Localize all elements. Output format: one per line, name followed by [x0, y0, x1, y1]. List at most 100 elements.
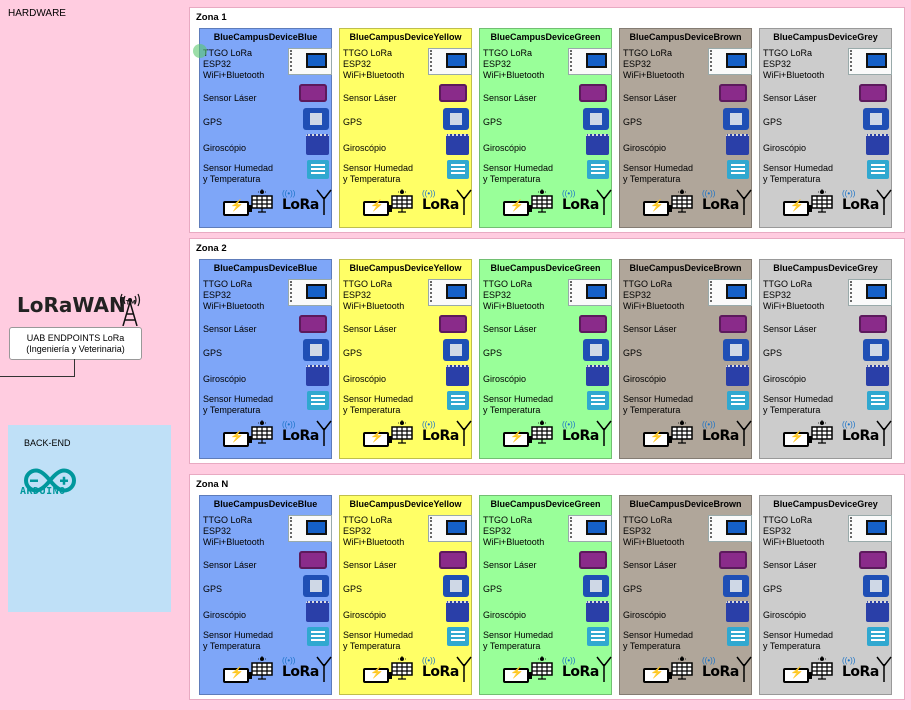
humidity-label: Sensor Humedad y Temperatura — [203, 630, 274, 651]
antenna-icon — [316, 656, 332, 682]
gyroscope-module-icon — [586, 601, 609, 622]
gyro-label: Giroscópio — [763, 610, 807, 620]
device-card: BlueCampusDeviceBrown TTGO LoRa ESP32 Wi… — [619, 28, 752, 228]
esp32-board-icon — [428, 279, 472, 306]
gps-label: GPS — [623, 348, 643, 358]
antenna-tower-icon — [119, 293, 141, 326]
humidity-sensor-icon — [727, 160, 749, 179]
antenna-icon — [456, 656, 472, 682]
humidity-sensor-icon — [867, 627, 889, 646]
gps-module-icon — [723, 575, 749, 597]
esp32-board-icon — [288, 515, 332, 542]
antenna-icon — [876, 420, 892, 446]
laser-sensor-icon — [439, 315, 467, 333]
solar-panel-icon — [811, 656, 833, 680]
solar-panel-icon — [811, 420, 833, 444]
antenna-icon — [596, 656, 612, 682]
battery-icon — [363, 199, 392, 216]
battery-icon — [363, 666, 392, 683]
esp32-board-icon — [428, 48, 472, 75]
humidity-label: Sensor Humedad y Temperatura — [763, 630, 834, 651]
esp32-label: TTGO LoRa ESP32 WiFi+Bluetooth — [763, 48, 825, 80]
humidity-sensor-icon — [727, 627, 749, 646]
esp32-label: TTGO LoRa ESP32 WiFi+Bluetooth — [483, 48, 545, 80]
esp32-board-icon — [568, 48, 612, 75]
laser-label: Sensor Láser — [203, 324, 257, 334]
antenna-icon — [316, 420, 332, 446]
device-card: BlueCampusDeviceGreen TTGO LoRa ESP32 Wi… — [479, 28, 612, 228]
esp32-label: TTGO LoRa ESP32 WiFi+Bluetooth — [763, 515, 825, 547]
device-name: BlueCampusDeviceGrey — [773, 499, 878, 509]
esp32-board-icon — [848, 515, 892, 542]
gps-label: GPS — [763, 584, 783, 594]
gyroscope-module-icon — [446, 601, 469, 622]
gps-module-icon — [303, 108, 329, 130]
gyro-label: Giroscópio — [483, 143, 527, 153]
gps-module-icon — [863, 108, 889, 130]
zone-title: Zona 2 — [196, 243, 227, 254]
gps-label: GPS — [343, 584, 363, 594]
humidity-label: Sensor Humedad y Temperatura — [203, 394, 274, 415]
device-name: BlueCampusDeviceGreen — [490, 263, 601, 273]
gyro-label: Giroscópio — [203, 143, 247, 153]
solar-panel-icon — [251, 656, 273, 680]
antenna-icon — [736, 420, 752, 446]
lora-logo-icon: LoRa — [702, 197, 739, 213]
esp32-board-icon — [288, 48, 332, 75]
gyroscope-module-icon — [586, 134, 609, 155]
antenna-icon — [316, 189, 332, 215]
battery-icon — [223, 199, 252, 216]
esp32-board-icon — [708, 515, 752, 542]
laser-label: Sensor Láser — [483, 93, 537, 103]
endpoints-line1: UAB ENDPOINTS LoRa — [26, 333, 125, 343]
humidity-sensor-icon — [587, 627, 609, 646]
device-card: BlueCampusDeviceYellow TTGO LoRa ESP32 W… — [339, 495, 472, 695]
gps-label: GPS — [203, 117, 223, 127]
arduino-label: ARDUINO — [20, 486, 66, 497]
gyro-label: Giroscópio — [483, 610, 527, 620]
lorawan-logo-text: LoRaWAN — [17, 293, 126, 317]
gyro-label: Giroscópio — [623, 610, 667, 620]
connector-line — [0, 376, 75, 377]
solar-panel-icon — [531, 420, 553, 444]
gyroscope-module-icon — [306, 365, 329, 386]
laser-sensor-icon — [439, 84, 467, 102]
laser-sensor-icon — [859, 551, 887, 569]
esp32-label: TTGO LoRa ESP32 WiFi+Bluetooth — [623, 279, 685, 311]
lora-logo-icon: LoRa — [422, 428, 459, 444]
device-name: BlueCampusDeviceGreen — [490, 32, 601, 42]
hardware-container: HARDWARE LoRaWANTM UAB ENDPOINTS LoRa (I… — [0, 0, 911, 710]
gyro-label: Giroscópio — [343, 374, 387, 384]
humidity-label: Sensor Humedad y Temperatura — [343, 394, 414, 415]
gyroscope-module-icon — [446, 365, 469, 386]
humidity-sensor-icon — [447, 160, 469, 179]
gps-module-icon — [303, 575, 329, 597]
uab-endpoints-box: UAB ENDPOINTS LoRa (Ingeniería y Veterin… — [9, 327, 142, 360]
device-card: BlueCampusDeviceGrey TTGO LoRa ESP32 WiF… — [759, 495, 892, 695]
gyro-label: Giroscópio — [623, 374, 667, 384]
lora-logo-icon: LoRa — [422, 197, 459, 213]
laser-label: Sensor Láser — [203, 93, 257, 103]
gps-label: GPS — [483, 584, 503, 594]
gps-module-icon — [443, 575, 469, 597]
esp32-board-icon — [568, 279, 612, 306]
lora-logo-icon: LoRa — [562, 428, 599, 444]
laser-label: Sensor Láser — [623, 324, 677, 334]
gps-module-icon — [723, 339, 749, 361]
lora-logo-icon: LoRa — [562, 197, 599, 213]
gps-label: GPS — [343, 348, 363, 358]
gyroscope-module-icon — [726, 601, 749, 622]
solar-panel-icon — [391, 189, 413, 213]
solar-panel-icon — [391, 656, 413, 680]
laser-label: Sensor Láser — [483, 324, 537, 334]
laser-sensor-icon — [439, 551, 467, 569]
device-card: BlueCampusDeviceGreen TTGO LoRa ESP32 Wi… — [479, 495, 612, 695]
esp32-board-icon — [848, 279, 892, 306]
battery-icon — [363, 430, 392, 447]
gps-label: GPS — [763, 117, 783, 127]
humidity-sensor-icon — [867, 391, 889, 410]
gyro-label: Giroscópio — [203, 610, 247, 620]
connector-line — [74, 359, 75, 377]
gps-label: GPS — [203, 348, 223, 358]
gyroscope-module-icon — [586, 365, 609, 386]
